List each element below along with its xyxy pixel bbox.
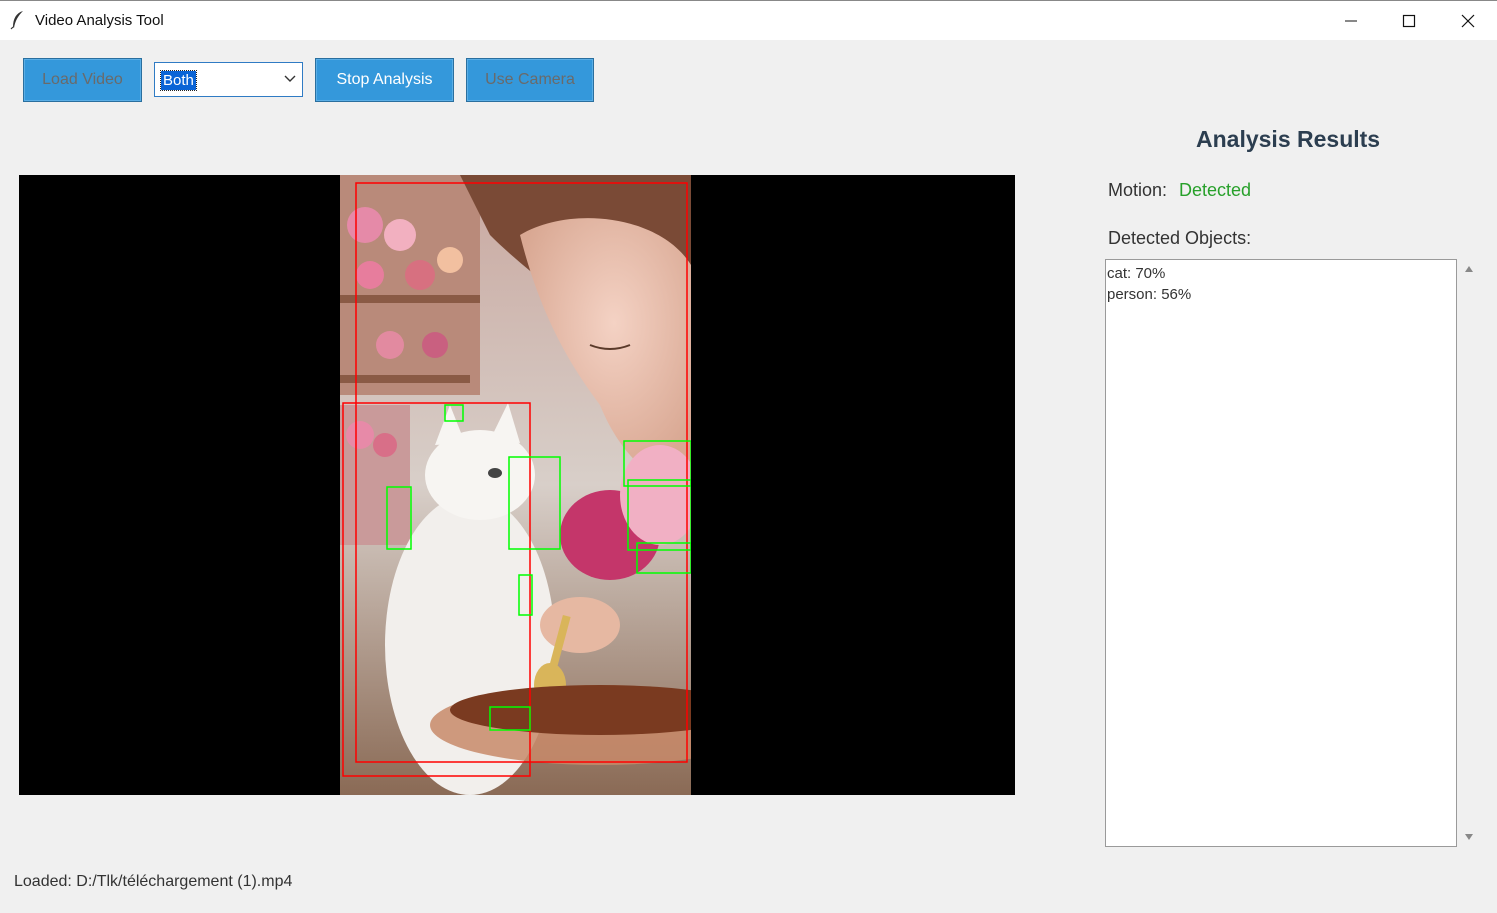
- results-title: Analysis Results: [1196, 126, 1381, 152]
- close-icon: [1461, 14, 1475, 28]
- mode-select-value: Both: [160, 70, 197, 91]
- title-bar: Video Analysis Tool: [0, 0, 1497, 40]
- list-item[interactable]: cat: 70%: [1107, 263, 1455, 284]
- motion-label: Motion:: [1108, 180, 1168, 200]
- minimize-button[interactable]: [1322, 1, 1380, 41]
- scroll-down-icon[interactable]: [1464, 833, 1474, 841]
- scroll-up-icon[interactable]: [1464, 265, 1474, 273]
- mode-select[interactable]: Both: [154, 62, 303, 97]
- stop-analysis-button[interactable]: Stop Analysis: [315, 58, 454, 102]
- maximize-button[interactable]: [1380, 1, 1438, 41]
- detected-objects-label: Detected Objects:: [1108, 228, 1252, 248]
- app-window: Video Analysis Tool Load Video Both Stop…: [0, 0, 1497, 913]
- detected-objects-list[interactable]: cat: 70% person: 56%: [1105, 259, 1457, 847]
- load-video-button[interactable]: Load Video: [23, 58, 142, 102]
- video-frame-image: [340, 175, 691, 795]
- minimize-icon: [1345, 20, 1357, 22]
- close-button[interactable]: [1439, 1, 1497, 41]
- list-item[interactable]: person: 56%: [1107, 284, 1455, 305]
- chevron-down-icon: [284, 75, 296, 82]
- maximize-icon: [1402, 14, 1416, 28]
- status-bar-text: Loaded: D:/Tlk/téléchargement (1).mp4: [14, 873, 293, 890]
- video-display: [19, 175, 1015, 795]
- feather-icon: [10, 10, 26, 30]
- use-camera-button[interactable]: Use Camera: [466, 58, 594, 102]
- window-title: Video Analysis Tool: [35, 12, 164, 29]
- list-scrollbar[interactable]: [1458, 259, 1480, 847]
- video-frame: [340, 175, 691, 795]
- motion-status: Detected: [1179, 180, 1252, 200]
